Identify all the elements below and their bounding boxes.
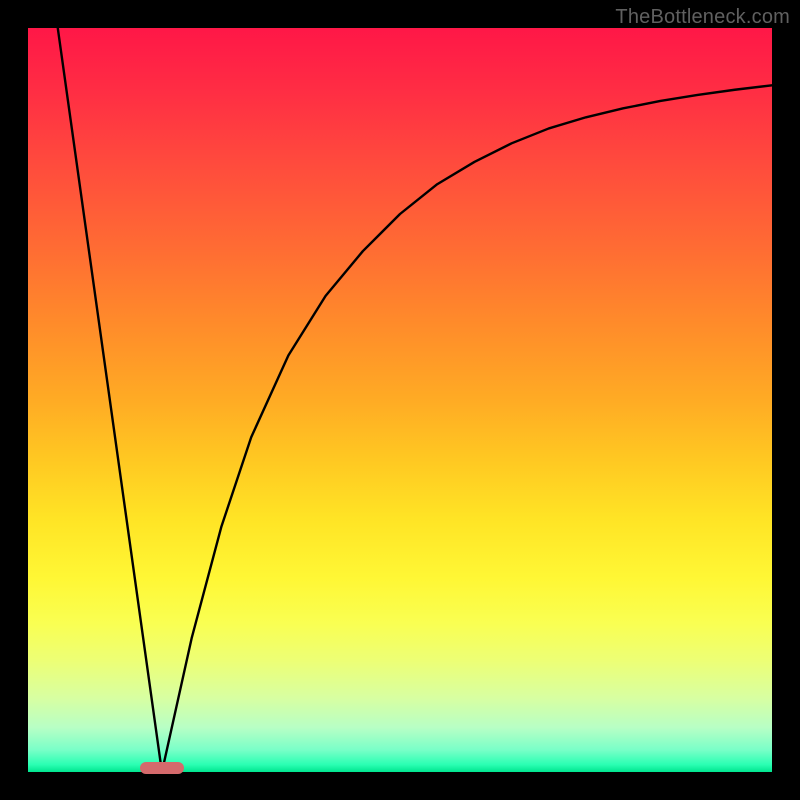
curve-path bbox=[58, 28, 772, 772]
watermark-text: TheBottleneck.com bbox=[615, 6, 790, 29]
optimum-marker bbox=[140, 762, 185, 774]
plot-area bbox=[28, 28, 772, 772]
chart-frame: TheBottleneck.com bbox=[0, 0, 800, 800]
bottleneck-curve bbox=[28, 28, 772, 772]
